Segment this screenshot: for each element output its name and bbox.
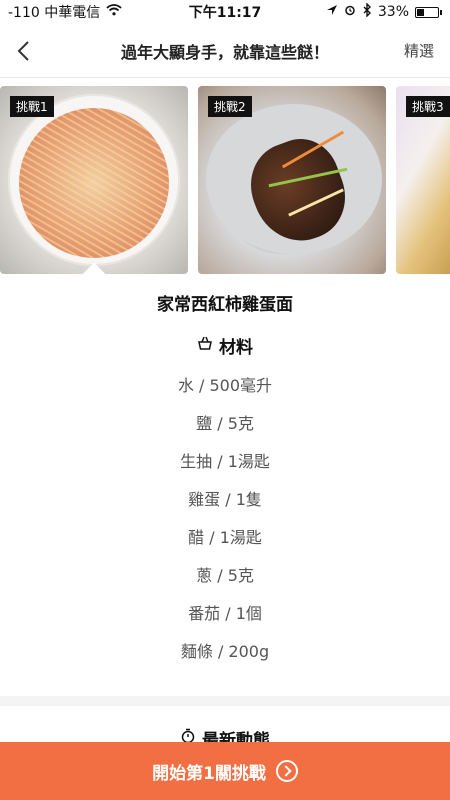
- status-time: 下午11:17: [188, 5, 262, 21]
- section-divider: [0, 696, 450, 706]
- list-item: 蔥 / 5克: [196, 566, 254, 585]
- featured-button[interactable]: 精選: [404, 40, 434, 61]
- alarm-icon: [344, 4, 356, 20]
- status-right: 33%: [326, 2, 442, 21]
- carrier-label: -110 中華電信: [8, 5, 101, 21]
- wifi-icon: [106, 4, 122, 20]
- noodle-image: [19, 108, 169, 258]
- ingredients-heading: 材料: [0, 333, 450, 358]
- challenge-badge: 挑戰1: [10, 96, 54, 117]
- challenge-badge: 挑戰2: [208, 96, 252, 117]
- arrow-right-circle-icon: [275, 760, 298, 782]
- list-item: 生抽 / 1湯匙: [180, 452, 270, 471]
- location-icon: [326, 4, 338, 20]
- start-challenge-button[interactable]: 開始第1關挑戰: [0, 742, 450, 800]
- challenge-card-1[interactable]: 挑戰1: [0, 86, 188, 274]
- back-button[interactable]: [16, 36, 46, 66]
- chevron-left-icon: [17, 40, 29, 61]
- list-item: 鹽 / 5克: [196, 414, 254, 433]
- dish-title: 家常西紅柿雞蛋面: [157, 295, 293, 315]
- challenge-card-3[interactable]: 挑戰3: [396, 86, 450, 274]
- list-item: 雞蛋 / 1隻: [188, 490, 262, 509]
- basket-icon: [197, 335, 213, 356]
- bluetooth-icon: [362, 2, 372, 21]
- list-item: 水 / 500毫升: [177, 376, 273, 395]
- list-item: 麵條 / 200g: [180, 642, 270, 661]
- status-left: -110 中華電信: [8, 2, 122, 22]
- ingredient-list: 水 / 500毫升 鹽 / 5克 生抽 / 1湯匙 雞蛋 / 1隻 醋 / 1湯…: [0, 374, 450, 678]
- dish-details: 家常西紅柿雞蛋面 材料 水 / 500毫升 鹽 / 5克 生抽 / 1湯匙 雞蛋…: [0, 274, 450, 751]
- challenge-carousel[interactable]: 挑戰1 挑戰2 挑戰3: [0, 78, 450, 274]
- navigation-bar: 過年大顯身手，就靠這些餸！ 精選: [0, 24, 450, 78]
- battery-percent: 33%: [377, 4, 409, 20]
- page-title: 過年大顯身手，就靠這些餸！: [120, 42, 329, 62]
- list-item: 番茄 / 1個: [188, 604, 262, 623]
- list-item: 醋 / 1湯匙: [188, 528, 262, 547]
- ingredients-heading-label: 材料: [219, 338, 253, 358]
- challenge-badge: 挑戰3: [406, 96, 450, 117]
- start-challenge-label: 開始第1關挑戰: [152, 763, 266, 784]
- battery-icon: [415, 6, 442, 18]
- challenge-card-2[interactable]: 挑戰2: [198, 86, 386, 274]
- status-bar: -110 中華電信 下午11:17 33%: [0, 0, 450, 24]
